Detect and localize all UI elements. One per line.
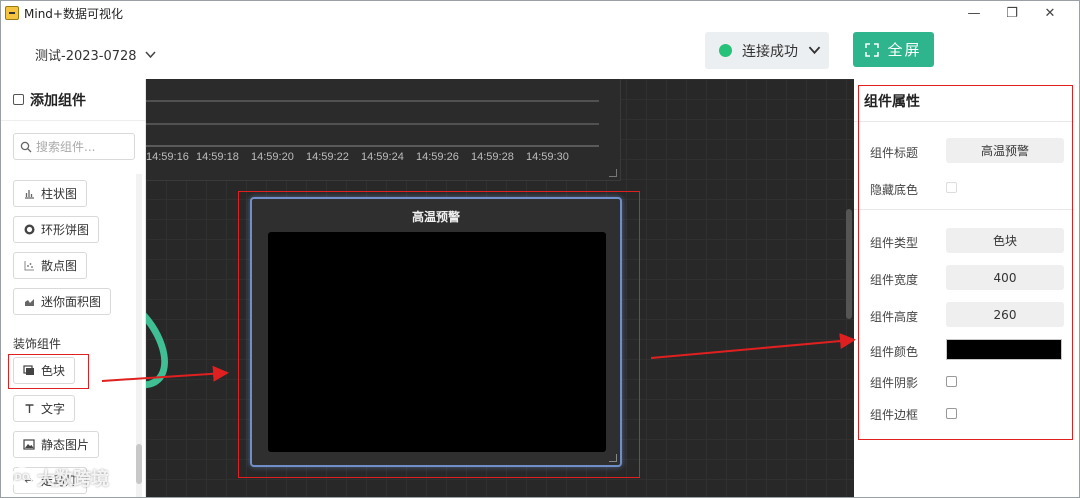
project-selector[interactable]: 测试-2023-0728 bbox=[35, 45, 156, 64]
component-item-area-chart[interactable]: 迷你面积图 bbox=[13, 288, 112, 315]
component-item-label: 静态图片 bbox=[41, 438, 90, 452]
watermark-text: 大数跨境 bbox=[37, 469, 109, 490]
text-icon bbox=[23, 403, 35, 415]
component-item-label: 柱状图 bbox=[41, 187, 78, 201]
component-item-donut-chart[interactable]: 环形饼图 bbox=[13, 216, 100, 243]
search-input[interactable] bbox=[36, 139, 128, 154]
project-name: 测试-2023-0728 bbox=[35, 49, 137, 64]
time-tick-label: 14:59:30 bbox=[526, 151, 569, 163]
line-chart-widget[interactable]: 14:59:16 14:59:18 14:59:20 14:59:22 14:5… bbox=[146, 79, 621, 181]
search-icon bbox=[20, 141, 32, 152]
fullscreen-button[interactable]: 全屏 bbox=[853, 32, 934, 67]
left-scrollbar-thumb[interactable] bbox=[136, 444, 142, 484]
component-item-label: 文字 bbox=[41, 402, 66, 416]
decor-section-title: 装饰组件 bbox=[13, 337, 62, 351]
maximize-button[interactable]: ❐ bbox=[993, 3, 1031, 23]
left-scrollbar[interactable] bbox=[136, 174, 142, 497]
watermark: DO 大数跨境 bbox=[11, 465, 109, 491]
component-search[interactable] bbox=[13, 133, 135, 160]
time-tick-label: 14:59:18 bbox=[196, 151, 239, 163]
chevron-down-icon bbox=[145, 50, 156, 58]
donut-chart-widget-partial[interactable] bbox=[146, 268, 187, 406]
connection-label: 连接成功 bbox=[742, 43, 798, 60]
donut-chart-icon bbox=[23, 224, 35, 236]
fullscreen-icon bbox=[865, 42, 880, 57]
scatter-chart-icon bbox=[23, 260, 35, 272]
add-component-icon bbox=[13, 94, 24, 105]
time-tick-label: 14:59:28 bbox=[471, 151, 514, 163]
time-tick-label: 14:59:20 bbox=[251, 151, 294, 163]
canvas-scrollbar-thumb[interactable] bbox=[846, 209, 852, 319]
title-bar: Mind+数据可视化 — ❐ ✕ bbox=[1, 1, 1079, 25]
minimize-button[interactable]: — bbox=[955, 3, 993, 23]
component-panel-header: 添加组件 bbox=[1, 79, 145, 121]
annotation-box-canvas-widget bbox=[238, 191, 640, 478]
window-controls: — ❐ ✕ bbox=[955, 3, 1069, 23]
chevron-down-icon bbox=[808, 46, 821, 55]
image-icon bbox=[23, 439, 35, 451]
component-item-bar-chart[interactable]: 柱状图 bbox=[13, 180, 88, 207]
close-button[interactable]: ✕ bbox=[1031, 3, 1069, 23]
connection-status-button[interactable]: 连接成功 bbox=[705, 32, 829, 69]
fullscreen-label: 全屏 bbox=[887, 41, 922, 59]
component-panel: 添加组件 柱状图 环形饼图 散点图 bbox=[1, 79, 146, 497]
component-item-scatter-chart[interactable]: 散点图 bbox=[13, 252, 88, 279]
watermark-logo-icon: DO bbox=[11, 467, 33, 489]
area-chart-icon bbox=[23, 296, 35, 308]
component-item-label: 散点图 bbox=[41, 259, 78, 273]
status-dot-icon bbox=[719, 44, 732, 57]
window-title: Mind+数据可视化 bbox=[24, 6, 123, 21]
line-chart-axis: 14:59:16 14:59:18 14:59:20 14:59:22 14:5… bbox=[146, 100, 599, 163]
time-tick-label: 14:59:26 bbox=[416, 151, 459, 163]
bar-chart-icon bbox=[23, 188, 35, 200]
time-tick-label: 14:59:16 bbox=[146, 151, 189, 163]
time-tick-label: 14:59:22 bbox=[306, 151, 349, 163]
annotation-box-color-block-item bbox=[8, 354, 89, 389]
app-logo-icon bbox=[5, 6, 19, 20]
resize-handle[interactable] bbox=[609, 169, 617, 177]
component-item-label: 迷你面积图 bbox=[41, 295, 102, 309]
component-item-image[interactable]: 静态图片 bbox=[13, 431, 100, 458]
time-tick-label: 14:59:24 bbox=[361, 151, 404, 163]
component-item-label: 环形饼图 bbox=[41, 223, 90, 237]
component-item-text[interactable]: 文字 bbox=[13, 395, 76, 422]
component-panel-title: 添加组件 bbox=[30, 92, 86, 109]
annotation-box-properties bbox=[858, 85, 1073, 440]
app-window: Mind+数据可视化 — ❐ ✕ 测试-2023-0728 连接成功 全屏 添加… bbox=[0, 0, 1080, 498]
